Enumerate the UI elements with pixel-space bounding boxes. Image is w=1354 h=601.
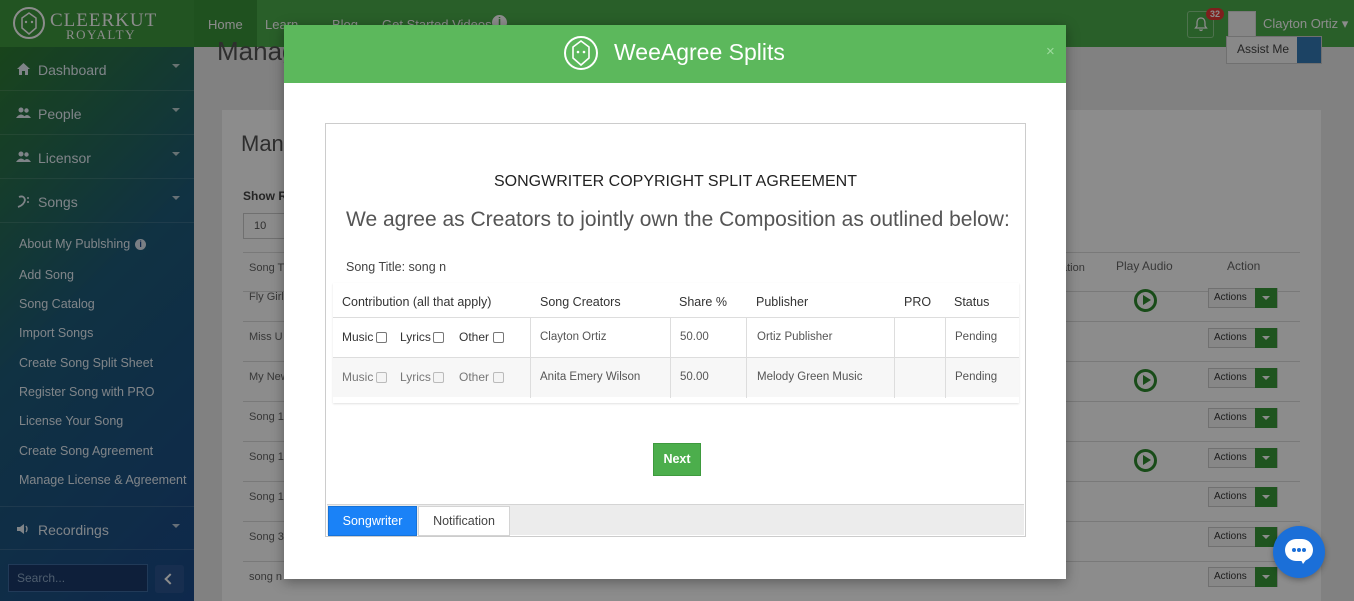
divider bbox=[894, 358, 895, 398]
tab-songwriter[interactable]: Songwriter bbox=[328, 506, 417, 536]
weeagree-splits-modal: WeeAgree Splits × SONGWRITER COPYRIGHT S… bbox=[284, 25, 1066, 579]
status-cell: Pending bbox=[955, 371, 998, 383]
music-checkbox[interactable] bbox=[376, 332, 387, 343]
music-checkbox bbox=[376, 372, 387, 383]
song-title-label: Song Title: song n bbox=[346, 260, 447, 274]
agreement-subtitle: We agree as Creators to jointly own the … bbox=[346, 208, 1010, 231]
table-row: Music Lyrics Other Clayton Ortiz 50.00 O… bbox=[333, 317, 1019, 358]
lyrics-checkbox[interactable] bbox=[433, 332, 444, 343]
dot bbox=[1292, 548, 1296, 552]
divider bbox=[670, 358, 671, 398]
other-checkbox bbox=[493, 372, 504, 383]
music-label: Music bbox=[342, 330, 374, 344]
header-contribution: Contribution (all that apply) bbox=[342, 295, 492, 309]
modal-title: WeeAgree Splits bbox=[614, 39, 785, 65]
dot bbox=[1297, 548, 1301, 552]
tab-bar: Songwriter Notification bbox=[327, 504, 1024, 536]
share-cell: 50.00 bbox=[680, 371, 709, 383]
next-button[interactable]: Next bbox=[653, 443, 701, 476]
dot bbox=[1302, 548, 1306, 552]
divider bbox=[746, 318, 747, 358]
divider bbox=[530, 358, 531, 398]
other-label: Other bbox=[459, 370, 490, 384]
divider bbox=[746, 358, 747, 398]
lyrics-label: Lyrics bbox=[400, 370, 431, 384]
music-label: Music bbox=[342, 370, 374, 384]
close-icon[interactable]: × bbox=[1046, 43, 1055, 60]
divider bbox=[945, 358, 946, 398]
divider bbox=[945, 318, 946, 358]
header-pro: PRO bbox=[904, 295, 932, 309]
divider bbox=[894, 318, 895, 358]
status-cell: Pending bbox=[955, 331, 998, 343]
publisher-cell: Melody Green Music bbox=[757, 371, 863, 383]
header-publisher: Publisher bbox=[756, 295, 809, 309]
creator-cell: Clayton Ortiz bbox=[540, 331, 607, 343]
header-status: Status bbox=[954, 295, 990, 309]
lyrics-checkbox bbox=[433, 372, 444, 383]
lyrics-label: Lyrics bbox=[400, 330, 431, 344]
agreement-card: SONGWRITER COPYRIGHT SPLIT AGREEMENT We … bbox=[325, 123, 1026, 537]
header-share: Share % bbox=[679, 295, 727, 309]
chat-widget-button[interactable] bbox=[1273, 526, 1325, 578]
divider bbox=[530, 318, 531, 358]
lion-logo-icon bbox=[564, 36, 598, 70]
agreement-title: SONGWRITER COPYRIGHT SPLIT AGREEMENT bbox=[493, 173, 857, 190]
tab-notification[interactable]: Notification bbox=[418, 506, 510, 536]
chat-bubble-icon bbox=[1285, 539, 1313, 564]
modal-header: WeeAgree Splits × bbox=[284, 25, 1066, 83]
divider bbox=[670, 318, 671, 358]
creator-cell: Anita Emery Wilson bbox=[540, 371, 641, 383]
split-table: Contribution (all that apply) Song Creat… bbox=[333, 283, 1019, 403]
header-song-creators: Song Creators bbox=[540, 295, 621, 309]
table-row: Music Lyrics Other Anita Emery Wilson 50… bbox=[333, 357, 1019, 398]
other-checkbox[interactable] bbox=[493, 332, 504, 343]
publisher-cell: Ortiz Publisher bbox=[757, 331, 833, 343]
share-cell: 50.00 bbox=[680, 331, 709, 343]
other-label: Other bbox=[459, 330, 490, 344]
